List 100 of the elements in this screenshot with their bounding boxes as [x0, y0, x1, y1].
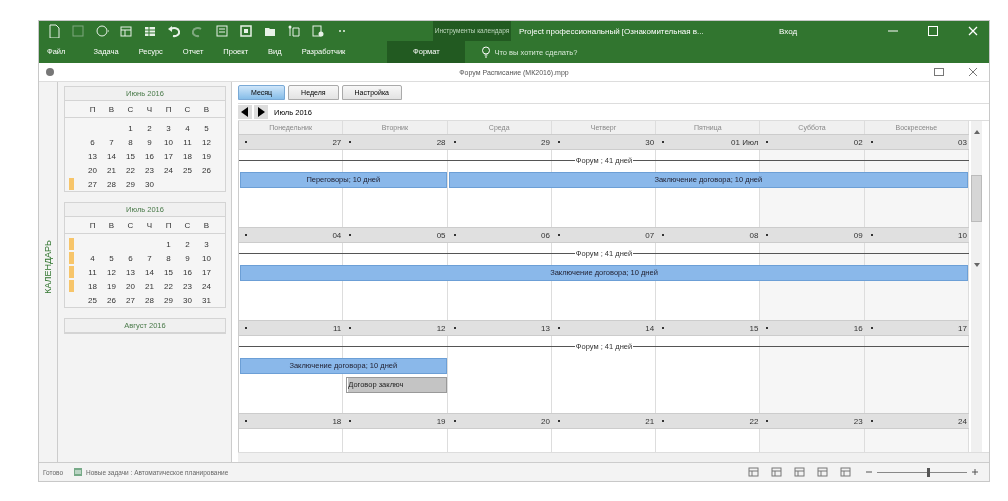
calendar-icon[interactable] [239, 24, 253, 38]
calendar-date[interactable]: 3 [197, 239, 216, 249]
calendar-date[interactable]: 18 [83, 281, 102, 291]
date-label: 04 [332, 230, 342, 240]
calendar-date[interactable]: 4 [178, 123, 197, 133]
calendar-date[interactable]: 29 [159, 295, 178, 305]
calendar-date[interactable]: 28 [140, 295, 159, 305]
calendar-date[interactable]: 20 [83, 165, 102, 175]
calendar-date[interactable]: 15 [121, 151, 140, 161]
calendar-date[interactable]: 17 [159, 151, 178, 161]
calendar-date[interactable]: 4 [83, 253, 102, 263]
calendar-date[interactable]: 23 [140, 165, 159, 175]
date-label: 20 [540, 416, 550, 426]
calendar-date[interactable]: 3 [159, 123, 178, 133]
calendar-date[interactable]: 10 [197, 253, 216, 263]
scroll-up-icon[interactable] [972, 129, 981, 135]
horizontal-scrollbar[interactable] [238, 452, 989, 462]
calendar-date[interactable]: 19 [197, 151, 216, 161]
calendar-date[interactable]: 30 [178, 295, 197, 305]
calendar-date[interactable]: 29 [121, 179, 140, 189]
calendar-date[interactable]: 13 [121, 267, 140, 277]
date-label: 18 [332, 416, 342, 426]
new-document-icon[interactable] [47, 24, 61, 38]
table-view-icon[interactable] [771, 467, 782, 477]
calendar-date[interactable]: 2 [178, 239, 197, 249]
weekday-label: В [202, 220, 211, 230]
calendar-date[interactable]: 11 [83, 267, 102, 277]
calendar-date[interactable]: 5 [102, 253, 121, 263]
calendar-date[interactable]: 21 [140, 281, 159, 291]
calendar-date[interactable]: 25 [83, 295, 102, 305]
zoom-out-icon[interactable] [865, 468, 873, 476]
calendar-date[interactable]: 22 [121, 165, 140, 175]
calendar-date[interactable]: 12 [102, 267, 121, 277]
calendar-date[interactable]: 30 [140, 179, 159, 189]
zoom-thumb[interactable] [926, 467, 930, 477]
document-search-icon[interactable] [311, 24, 325, 38]
calendar-date[interactable]: 8 [121, 137, 140, 147]
date-label: 28 [436, 137, 446, 147]
calendar-date[interactable]: 16 [140, 151, 159, 161]
calendar-date[interactable]: 1 [159, 239, 178, 249]
calendar-date[interactable]: 19 [102, 281, 121, 291]
resource-view-icon[interactable] [840, 467, 851, 477]
date-label: 10 [958, 230, 967, 240]
calendar-date[interactable]: 18 [178, 151, 197, 161]
weekday-label: В [107, 104, 116, 114]
calendar-date[interactable]: 13 [83, 151, 102, 161]
calendar-date[interactable]: 26 [102, 295, 121, 305]
zoom-in-icon[interactable] [971, 468, 979, 476]
calendar-date[interactable]: 14 [102, 151, 121, 161]
grid-icon[interactable] [143, 24, 157, 38]
sign-in-link[interactable]: Вход [779, 26, 819, 36]
calendar-date[interactable]: 1 [121, 123, 140, 133]
calendar-date[interactable]: 21 [102, 165, 121, 175]
calendar-date[interactable]: 22 [159, 281, 178, 291]
calendar-date[interactable]: 8 [159, 253, 178, 263]
calendar-date[interactable]: 12 [197, 137, 216, 147]
scroll-thumb[interactable] [971, 175, 982, 222]
board-view-icon[interactable] [817, 467, 828, 477]
calendar-date[interactable]: 15 [159, 267, 178, 277]
sidebar-label: КАЛЕНДАРЬ [43, 240, 53, 294]
calendar-date[interactable]: 24 [159, 165, 178, 175]
calendar-date[interactable]: 7 [140, 253, 159, 263]
maximize-icon[interactable] [927, 25, 939, 37]
calendar-date[interactable]: 10 [159, 137, 178, 147]
scroll-down-icon[interactable] [972, 262, 981, 268]
date-label: 22 [749, 416, 759, 426]
calendar-date[interactable]: 5 [197, 123, 216, 133]
calendar-date[interactable]: 14 [140, 267, 159, 277]
calendar-date[interactable]: 26 [197, 165, 216, 175]
calendar-date[interactable]: 28 [102, 179, 121, 189]
calendar-date[interactable]: 2 [140, 123, 159, 133]
project-icon [45, 67, 55, 77]
calendar-date[interactable]: 27 [83, 179, 102, 189]
calendar-view-icon[interactable] [794, 467, 805, 477]
calendar-date[interactable]: 6 [83, 137, 102, 147]
calendar-date[interactable]: 31 [197, 295, 216, 305]
restore-icon[interactable] [933, 66, 945, 78]
calendar-date[interactable]: 6 [121, 253, 140, 263]
date-label: 02 [853, 137, 863, 147]
calendar-date[interactable]: 7 [102, 137, 121, 147]
calendar-date[interactable]: 24 [197, 281, 216, 291]
vertical-scrollbar[interactable] [971, 121, 982, 452]
calendar-date[interactable]: 11 [178, 137, 197, 147]
calendar-date[interactable]: 16 [178, 267, 197, 277]
list-icon[interactable] [215, 24, 229, 38]
close-icon[interactable] [967, 66, 979, 78]
gantt-view-icon[interactable] [748, 467, 759, 477]
columns-icon[interactable] [287, 24, 301, 38]
table-icon[interactable] [119, 24, 133, 38]
calendar-date[interactable]: 23 [178, 281, 197, 291]
calendar-date[interactable]: 9 [140, 137, 159, 147]
calendar-date[interactable]: 17 [197, 267, 216, 277]
date-label: 16 [853, 323, 863, 333]
undo-icon[interactable] [167, 24, 181, 38]
calendar-date[interactable]: 9 [178, 253, 197, 263]
circle-icon[interactable] [95, 24, 109, 38]
calendar-date[interactable]: 25 [178, 165, 197, 175]
task-mode-icon [73, 467, 83, 477]
calendar-date[interactable]: 20 [121, 281, 140, 291]
calendar-date[interactable]: 27 [121, 295, 140, 305]
